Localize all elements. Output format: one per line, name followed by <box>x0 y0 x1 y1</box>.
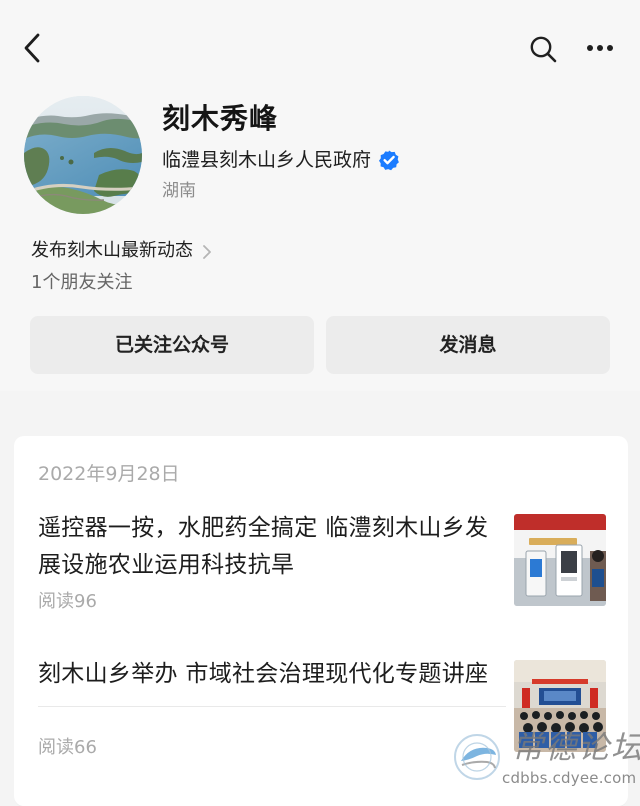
article-title[interactable]: 刻木山乡举办 市域社会治理现代化专题讲座 <box>38 656 498 693</box>
lake-landscape-avatar-image <box>24 96 142 214</box>
article-thumbnail[interactable] <box>514 514 606 606</box>
account-intro-link[interactable]: 发布刻木山最新动态 <box>31 236 213 266</box>
article-read-count: 阅读96 <box>38 591 97 612</box>
more-button[interactable] <box>585 37 615 59</box>
more-horizontal-icon <box>587 45 613 51</box>
avatar[interactable] <box>24 96 142 214</box>
top-navigation-bar <box>0 0 640 92</box>
verified-badge-icon <box>378 149 400 171</box>
article-feed-card: 2022年9月28日 遥控器一按，水肥药全搞定 临澧刻木山乡发展设施农业运用科技… <box>14 436 628 806</box>
account-profile: 刻木秀峰 临澧县刻木山乡人民政府 湖南 发布刻木山最新动态 1个朋友关注 已关注… <box>0 92 640 397</box>
search-button[interactable] <box>528 34 558 64</box>
followed-account-button[interactable]: 已关注公众号 <box>30 316 314 374</box>
account-name: 刻木秀峰 <box>162 102 279 135</box>
lecture-hall-image <box>514 660 606 752</box>
search-icon <box>530 36 557 63</box>
location-label: 湖南 <box>162 181 196 201</box>
send-message-button[interactable]: 发消息 <box>326 316 610 374</box>
chevron-right-icon <box>201 243 213 261</box>
account-intro: 发布刻木山最新动态 <box>31 240 193 261</box>
verified-organization-row: 临澧县刻木山乡人民政府 <box>162 146 400 174</box>
back-button[interactable] <box>20 31 46 65</box>
wechat-public-account-screen: 刻木秀峰 临澧县刻木山乡人民政府 湖南 发布刻木山最新动态 1个朋友关注 已关注… <box>0 0 640 806</box>
article-read-count: 阅读66 <box>38 737 97 758</box>
organization-name: 临澧县刻木山乡人民政府 <box>162 149 372 171</box>
greenhouse-equipment-image <box>514 514 606 606</box>
article-item[interactable]: 刻木山乡举办 市域社会治理现代化专题讲座 阅读66 <box>14 656 628 806</box>
article-title[interactable]: 遥控器一按，水肥药全搞定 临澧刻木山乡发展设施农业运用科技抗旱 <box>38 510 498 584</box>
article-thumbnail[interactable] <box>514 660 606 752</box>
friends-follow-count[interactable]: 1个朋友关注 <box>31 269 132 297</box>
article-item[interactable]: 遥控器一按，水肥药全搞定 临澧刻木山乡发展设施农业运用科技抗旱 阅读96 <box>14 510 628 707</box>
chevron-left-icon <box>24 33 40 63</box>
feed-date: 2022年9月28日 <box>38 463 180 485</box>
